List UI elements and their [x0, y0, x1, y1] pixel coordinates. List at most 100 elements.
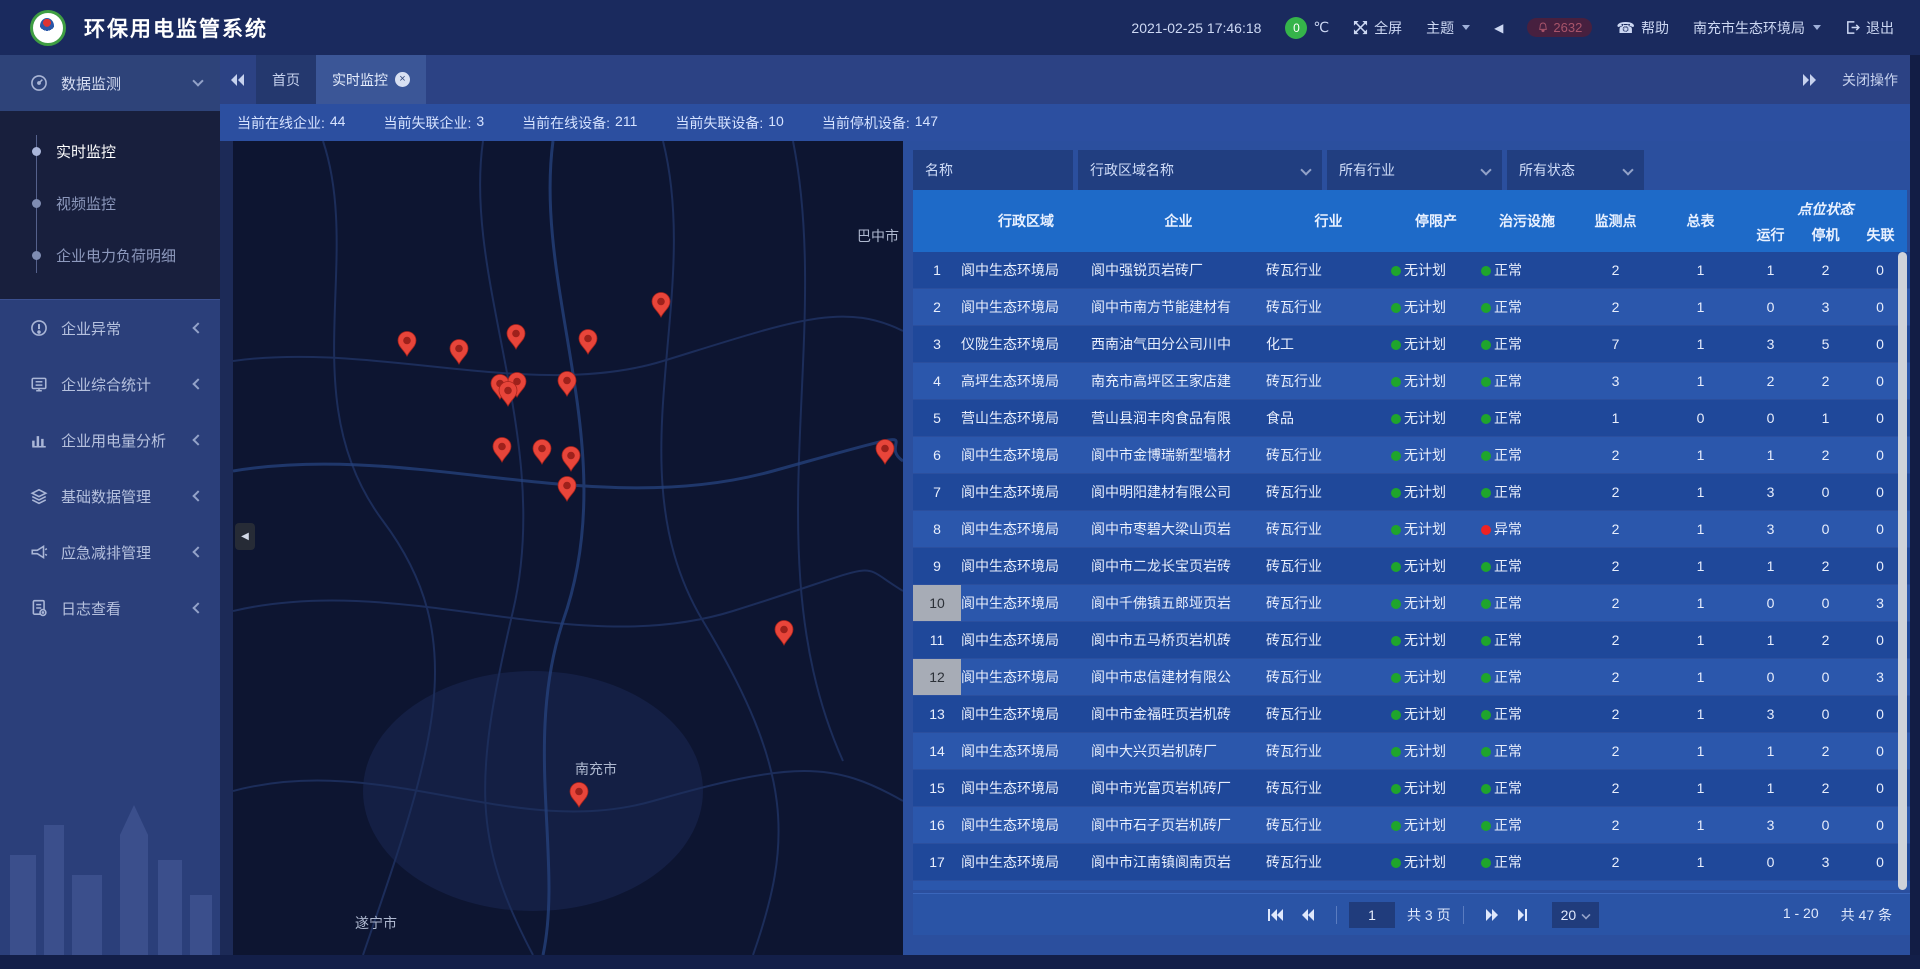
first-page-icon: [1267, 909, 1283, 921]
sound-button[interactable]: ◀: [1494, 21, 1503, 35]
table-row[interactable]: 15 阆中生态环境局 阆中市光富页岩机砖厂 砖瓦行业 无计划 正常 2 1 1 …: [913, 770, 1910, 806]
table-row[interactable]: 6 阆中生态环境局 阆中市金博瑞新型墙材 砖瓦行业 无计划 正常 2 1 1 2…: [913, 437, 1910, 473]
cell-company: 营山县润丰肉食品有限: [1091, 408, 1266, 428]
table-row[interactable]: 11 阆中生态环境局 阆中市五马桥页岩机砖 砖瓦行业 无计划 正常 2 1 1 …: [913, 622, 1910, 658]
sidebar-group-data-monitoring[interactable]: 数据监测: [0, 55, 220, 111]
cell-region: 阆中生态环境局: [961, 778, 1091, 798]
table-row[interactable]: 7 阆中生态环境局 阆中明阳建材有限公司 砖瓦行业 无计划 正常 2 1 3 0…: [913, 474, 1910, 510]
filter-bar: 行政区域名称 所有行业 所有状态: [913, 150, 1644, 190]
table-row[interactable]: 13 阆中生态环境局 阆中市金福旺页岩机砖 砖瓦行业 无计划 正常 2 1 3 …: [913, 696, 1910, 732]
sidebar-subitem-视频监控[interactable]: 视频监控: [0, 177, 220, 229]
sidebar-item-企业用电量分析[interactable]: 企业用电量分析: [0, 412, 220, 468]
double-right-icon: [1802, 73, 1818, 87]
region-select-value: 行政区域名称: [1090, 160, 1174, 180]
datetime-label: 2021-02-25 17:46:18: [1131, 20, 1261, 36]
table-row[interactable]: 8 阆中生态环境局 阆中市枣碧大梁山页岩 砖瓦行业 无计划 异常 2 1 3 0…: [913, 511, 1910, 547]
cell-stopped: 2: [1798, 780, 1853, 796]
cell-total: 1: [1658, 484, 1743, 500]
cell-region: 高坪生态环境局: [961, 371, 1091, 391]
table-row[interactable]: 1 阆中生态环境局 阆中强锐页岩砖厂 砖瓦行业 无计划 正常 2 1 1 2 0: [913, 252, 1910, 288]
fullscreen-button[interactable]: 全屏: [1353, 18, 1402, 38]
cell-total: 1: [1658, 299, 1743, 315]
tab-home[interactable]: 首页: [256, 55, 316, 104]
cell-stopped: 0: [1798, 595, 1853, 611]
panel-collapse-button[interactable]: ◀: [235, 523, 255, 550]
table-row[interactable]: 5 营山生态环境局 营山县润丰肉食品有限 食品 无计划 正常 1 0 0 1 0: [913, 400, 1910, 436]
col-running: 运行: [1743, 225, 1798, 245]
map-panel[interactable]: 巴中市南充市遂宁市 ◀: [233, 141, 903, 955]
tabs-scroll-left-button[interactable]: [220, 73, 256, 87]
table-row[interactable]: 18 南部生态环境局 南部县砌华水泥有限公 建材加工 无计划 正常 2 1 0 …: [913, 881, 1910, 890]
map-canvas[interactable]: 巴中市南充市遂宁市: [233, 141, 903, 955]
notification-badge[interactable]: 2632: [1527, 18, 1592, 37]
row-index: 2: [913, 299, 961, 315]
chevron-down-icon: [1582, 910, 1591, 919]
cell-company: 西南油气田分公司川中: [1091, 334, 1266, 354]
row-index: 12: [913, 659, 961, 695]
region-select[interactable]: 行政区域名称: [1078, 150, 1322, 190]
sidebar-item-应急减排管理[interactable]: 应急减排管理: [0, 524, 220, 580]
cell-points: 2: [1573, 743, 1658, 759]
sidebar-item-日志查看[interactable]: 日志查看: [0, 580, 220, 636]
sidebar-item-基础数据管理[interactable]: 基础数据管理: [0, 468, 220, 524]
table-row[interactable]: 10 阆中生态环境局 阆中千佛镇五郎垭页岩 砖瓦行业 无计划 正常 2 1 0 …: [913, 585, 1910, 621]
stat-value: 10: [768, 113, 784, 133]
col-points: 监测点: [1573, 190, 1658, 252]
industry-select[interactable]: 所有行业: [1327, 150, 1502, 190]
chevron-left-icon: [192, 434, 203, 445]
status-select[interactable]: 所有状态: [1507, 150, 1644, 190]
sidebar-subitem-企业电力负荷明细[interactable]: 企业电力负荷明细: [0, 229, 220, 281]
sidebar-item-企业综合统计[interactable]: 企业综合统计: [0, 356, 220, 412]
table-row[interactable]: 2 阆中生态环境局 阆中市南方节能建材有 砖瓦行业 无计划 正常 2 1 0 3…: [913, 289, 1910, 325]
stat-label: 当前在线企业:: [237, 113, 325, 133]
cell-stopped: 2: [1798, 447, 1853, 463]
theme-dropdown[interactable]: 主题: [1426, 18, 1470, 38]
last-page-button[interactable]: [1508, 909, 1538, 921]
tabs-scroll-right-button[interactable]: [1792, 73, 1828, 87]
org-dropdown[interactable]: 南充市生态环境局: [1693, 18, 1821, 38]
stat-label: 当前失联设备:: [675, 113, 763, 133]
alert-circle-icon: [30, 319, 48, 337]
sidebar-subitem-实时监控[interactable]: 实时监控: [0, 125, 220, 177]
table-row[interactable]: 9 阆中生态环境局 阆中市二龙长宝页岩砖 砖瓦行业 无计划 正常 2 1 1 2…: [913, 548, 1910, 584]
cell-industry: 砖瓦行业: [1266, 556, 1391, 576]
chevron-down-icon: [1300, 164, 1311, 175]
table-row[interactable]: 3 仪陇生态环境局 西南油气田分公司川中 化工 无计划 正常 7 1 3 5 0: [913, 326, 1910, 362]
next-page-button[interactable]: [1476, 909, 1508, 921]
cell-limit-status: 无计划: [1391, 704, 1481, 724]
status-dot: [1481, 414, 1491, 424]
status-dot: [1391, 747, 1401, 757]
table-row[interactable]: 14 阆中生态环境局 阆中大兴页岩机砖厂 砖瓦行业 无计划 正常 2 1 1 2…: [913, 733, 1910, 769]
cell-running: 3: [1743, 521, 1798, 537]
table-scrollbar[interactable]: [1898, 252, 1907, 890]
cell-running: 3: [1743, 336, 1798, 352]
close-operations-button[interactable]: 关闭操作: [1842, 70, 1898, 90]
page-size-select[interactable]: 20: [1552, 902, 1600, 928]
cell-limit-status: 无计划: [1391, 778, 1481, 798]
logout-button[interactable]: 退出: [1845, 18, 1894, 38]
table-row[interactable]: 16 阆中生态环境局 阆中市石子页岩机砖厂 砖瓦行业 无计划 正常 2 1 3 …: [913, 807, 1910, 843]
cell-facility-status: 异常: [1481, 519, 1573, 539]
status-dot: [1391, 488, 1401, 498]
cell-facility-status: 正常: [1481, 297, 1573, 317]
chevron-down-icon: [1622, 164, 1633, 175]
chevron-down-icon: [1462, 25, 1470, 30]
name-search-input[interactable]: [913, 150, 1073, 190]
tab-realtime-monitoring[interactable]: 实时监控 ×: [316, 55, 426, 104]
table-row[interactable]: 12 阆中生态环境局 阆中市忠信建材有限公 砖瓦行业 无计划 正常 2 1 0 …: [913, 659, 1910, 695]
sidebar-item-企业异常[interactable]: 企业异常: [0, 300, 220, 356]
page-number-input[interactable]: [1349, 902, 1395, 928]
cell-stopped: 2: [1798, 373, 1853, 389]
close-icon[interactable]: ×: [395, 72, 410, 87]
prev-page-button[interactable]: [1292, 909, 1324, 921]
table-row[interactable]: 17 阆中生态环境局 阆中市江南镇阆南页岩 砖瓦行业 无计划 正常 2 1 0 …: [913, 844, 1910, 880]
table-row[interactable]: 4 高坪生态环境局 南充市高坪区王家店建 砖瓦行业 无计划 正常 3 1 2 2…: [913, 363, 1910, 399]
cell-facility-status: 正常: [1481, 556, 1573, 576]
left-gutter: [220, 141, 233, 955]
help-button[interactable]: ☎ 帮助: [1616, 18, 1669, 38]
cell-limit-status: 无计划: [1391, 519, 1481, 539]
status-dot: [1391, 377, 1401, 387]
status-dot: [1391, 599, 1401, 609]
first-page-button[interactable]: [1258, 909, 1292, 921]
cell-points: 2: [1573, 299, 1658, 315]
